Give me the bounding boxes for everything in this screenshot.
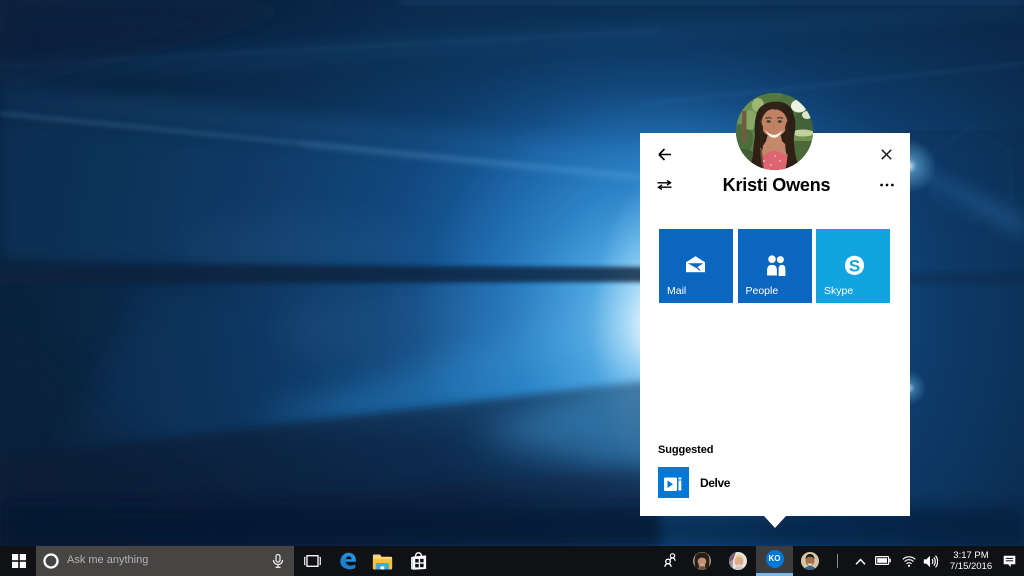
svg-text:S: S xyxy=(849,257,860,276)
